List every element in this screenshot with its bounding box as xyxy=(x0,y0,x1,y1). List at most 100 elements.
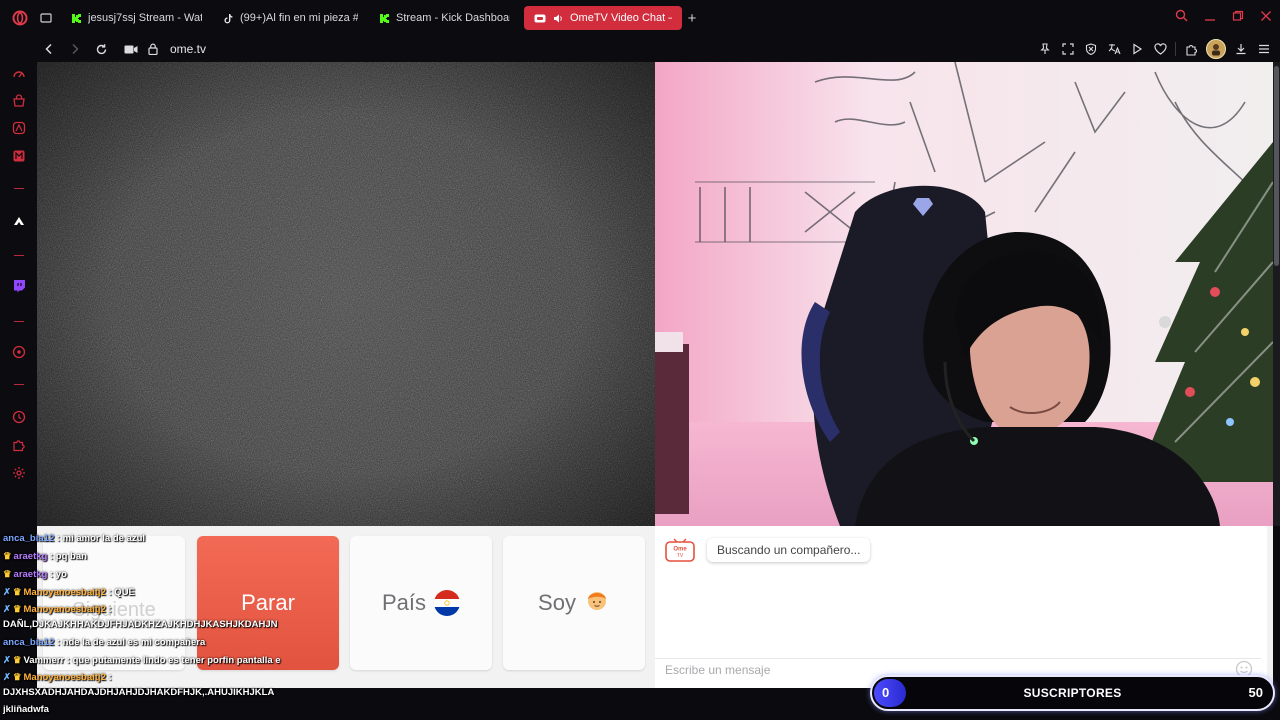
crown-badge-icon: ♛ xyxy=(12,587,22,598)
adblock-icon[interactable] xyxy=(1083,41,1099,57)
kick-sidebar-icon[interactable] xyxy=(11,213,27,229)
gender-select-button[interactable]: Soy xyxy=(503,536,645,670)
chat-username[interactable]: anca_bia12 xyxy=(3,637,54,648)
reload-icon[interactable] xyxy=(90,38,112,60)
kick-icon xyxy=(70,12,82,24)
tab-label: OmeTV Video Chat — xyxy=(570,12,672,24)
history-icon[interactable] xyxy=(11,409,27,425)
stream-chat-message: ♛ araetkg : pq ban xyxy=(3,551,87,562)
chat-username[interactable]: Manoyanoesbaitj2 xyxy=(24,587,106,598)
crown-badge-icon: ♛ xyxy=(12,604,22,615)
lock-icon[interactable] xyxy=(142,38,164,60)
tab-ometv[interactable]: OmeTV Video Chat — xyxy=(524,6,682,30)
partner-video-feed xyxy=(37,62,655,526)
chat-username[interactable]: Manoyanoesbaitj2 xyxy=(24,604,106,615)
camera-icon[interactable] xyxy=(120,38,142,60)
chat-username[interactable]: Manoyanoesbaitj2 xyxy=(24,672,106,683)
forward-arrow-icon[interactable] xyxy=(64,38,86,60)
close-icon[interactable] xyxy=(1260,9,1272,27)
tiktok-icon xyxy=(222,12,234,24)
player-icon[interactable] xyxy=(11,344,27,360)
profile-avatar[interactable] xyxy=(1206,39,1226,59)
status-message-bubble: Buscando un compañero... xyxy=(707,538,871,562)
heart-icon[interactable] xyxy=(1152,41,1168,57)
subscriber-goal-target: 50 xyxy=(1248,685,1263,700)
app-root: jesusj7ssj Stream - Watch (99+)Al fin en… xyxy=(0,0,1280,720)
self-webcam-feed xyxy=(655,62,1273,526)
speaker-icon[interactable] xyxy=(552,12,564,24)
stream-chat-message: DAÑL,DJKAJKHHAKDJFHJADKHZAJKHDHJKASHJKDA… xyxy=(3,619,277,630)
shopping-icon[interactable] xyxy=(11,93,27,109)
sword-badge-icon: ✗ xyxy=(3,604,11,615)
page-scrollbar[interactable] xyxy=(1273,62,1280,526)
stream-chat-message: ✗ ♛ Manoyanoesbaitj2 : xyxy=(3,672,112,683)
chat-username[interactable]: Vammerr xyxy=(24,655,65,666)
browser-sidebar xyxy=(0,62,37,532)
chat-username[interactable]: araetkg xyxy=(14,551,48,562)
tab-jesusj7ssj-stream[interactable]: jesusj7ssj Stream - Watch xyxy=(60,6,212,30)
chat-message-text: : que putamente lindo es tener porfin pa… xyxy=(64,655,281,666)
chat-message-text: : xyxy=(105,604,112,615)
messenger-icon[interactable] xyxy=(11,148,27,164)
gender-button-label: Soy xyxy=(538,590,576,615)
new-tab-plus-icon[interactable]: + xyxy=(682,10,702,27)
twitch-icon[interactable] xyxy=(11,278,27,294)
chat-message-text: : mi amor la de azul xyxy=(54,533,146,544)
url-text[interactable]: ome.tv xyxy=(170,42,206,56)
boy-avatar-icon xyxy=(584,587,610,619)
tab-bar: jesusj7ssj Stream - Watch (99+)Al fin en… xyxy=(0,0,1280,36)
snapshot-icon[interactable] xyxy=(1060,41,1076,57)
chat-message-text: jkliñadwfa xyxy=(3,704,49,715)
stream-chat-message: ✗ ♛ Manoyanoesbaitj2 : xyxy=(3,604,112,615)
translate-icon[interactable] xyxy=(1106,41,1122,57)
crown-badge-icon: ♛ xyxy=(3,569,12,580)
sword-badge-icon: ✗ xyxy=(3,587,11,598)
scrollbar-thumb[interactable] xyxy=(1274,66,1279,266)
stream-chat-message: jkliñadwfa xyxy=(3,704,49,715)
chat-message-text: DAÑL,DJKAJKHHAKDJFHJADKHZAJKHDHJKASHJKDA… xyxy=(3,619,278,630)
text-chat-panel: Ome TV Buscando un compañero... Escribe u… xyxy=(655,526,1267,688)
svg-text:Ome: Ome xyxy=(673,547,687,553)
tab-label: (99+)Al fin en mi pieza # xyxy=(240,12,358,24)
chat-username[interactable]: anca_bia12 xyxy=(3,533,54,544)
chat-message-text: : nde la de azul es mi compañera xyxy=(54,637,206,648)
subscriber-goal-bar: 0 SUSCRIPTORES 50 xyxy=(870,675,1275,711)
sidebar-separator xyxy=(14,384,24,385)
aria-icon[interactable] xyxy=(11,120,27,136)
static-noise xyxy=(37,62,655,526)
chat-message-text: : xyxy=(105,672,112,683)
tab-label: jesusj7ssj Stream - Watch xyxy=(88,12,202,24)
speed-dial-icon[interactable] xyxy=(11,66,27,82)
download-icon[interactable] xyxy=(1233,41,1249,57)
sword-badge-icon: ✗ xyxy=(3,655,11,666)
crown-badge-icon: ♛ xyxy=(3,551,12,562)
play-icon[interactable] xyxy=(1129,41,1145,57)
chat-message-text: : pq ban xyxy=(47,551,87,562)
address-bar: ome.tv xyxy=(0,36,1280,62)
pin-icon[interactable] xyxy=(1037,41,1053,57)
tab-kick-dashboard[interactable]: Stream - Kick Dashboard xyxy=(368,6,520,30)
chat-message-text: DJXHSXADHJAHDAJDHJAHJDJHAKDFHJK,.AHUJIKH… xyxy=(3,687,275,698)
back-arrow-icon[interactable] xyxy=(38,38,60,60)
tab-workspace-icon[interactable] xyxy=(40,12,52,24)
chat-message-text: : yo xyxy=(47,569,67,580)
chat-username[interactable]: araetkg xyxy=(14,569,48,580)
stream-chat-message: ✗ ♛ Vammerr : que putamente lindo es tener… xyxy=(3,655,281,666)
sidebar-separator xyxy=(14,255,24,256)
stream-chat-message: anca_bia12 : mi amor la de azul xyxy=(3,533,145,544)
minimize-icon[interactable] xyxy=(1204,9,1216,27)
svg-text:TV: TV xyxy=(677,553,684,559)
opera-logo-icon[interactable] xyxy=(0,0,40,36)
stream-chat-overlay: anca_bia12 : mi amor la de azul ♛ araetkg … xyxy=(0,533,281,720)
puzzle-extensions-icon[interactable] xyxy=(1183,41,1199,57)
settings-gear-icon[interactable] xyxy=(11,465,27,481)
chat-message-text: : QUE xyxy=(105,587,135,598)
country-filter-button[interactable]: País xyxy=(350,536,492,670)
separator xyxy=(1175,42,1176,56)
search-icon[interactable] xyxy=(1175,9,1188,27)
restore-icon[interactable] xyxy=(1232,9,1244,27)
extensions-toolbar xyxy=(1037,36,1272,62)
menu-icon[interactable] xyxy=(1256,41,1272,57)
tab-tiktok[interactable]: (99+)Al fin en mi pieza # xyxy=(212,6,368,30)
extensions-sidebar-icon[interactable] xyxy=(11,437,27,453)
